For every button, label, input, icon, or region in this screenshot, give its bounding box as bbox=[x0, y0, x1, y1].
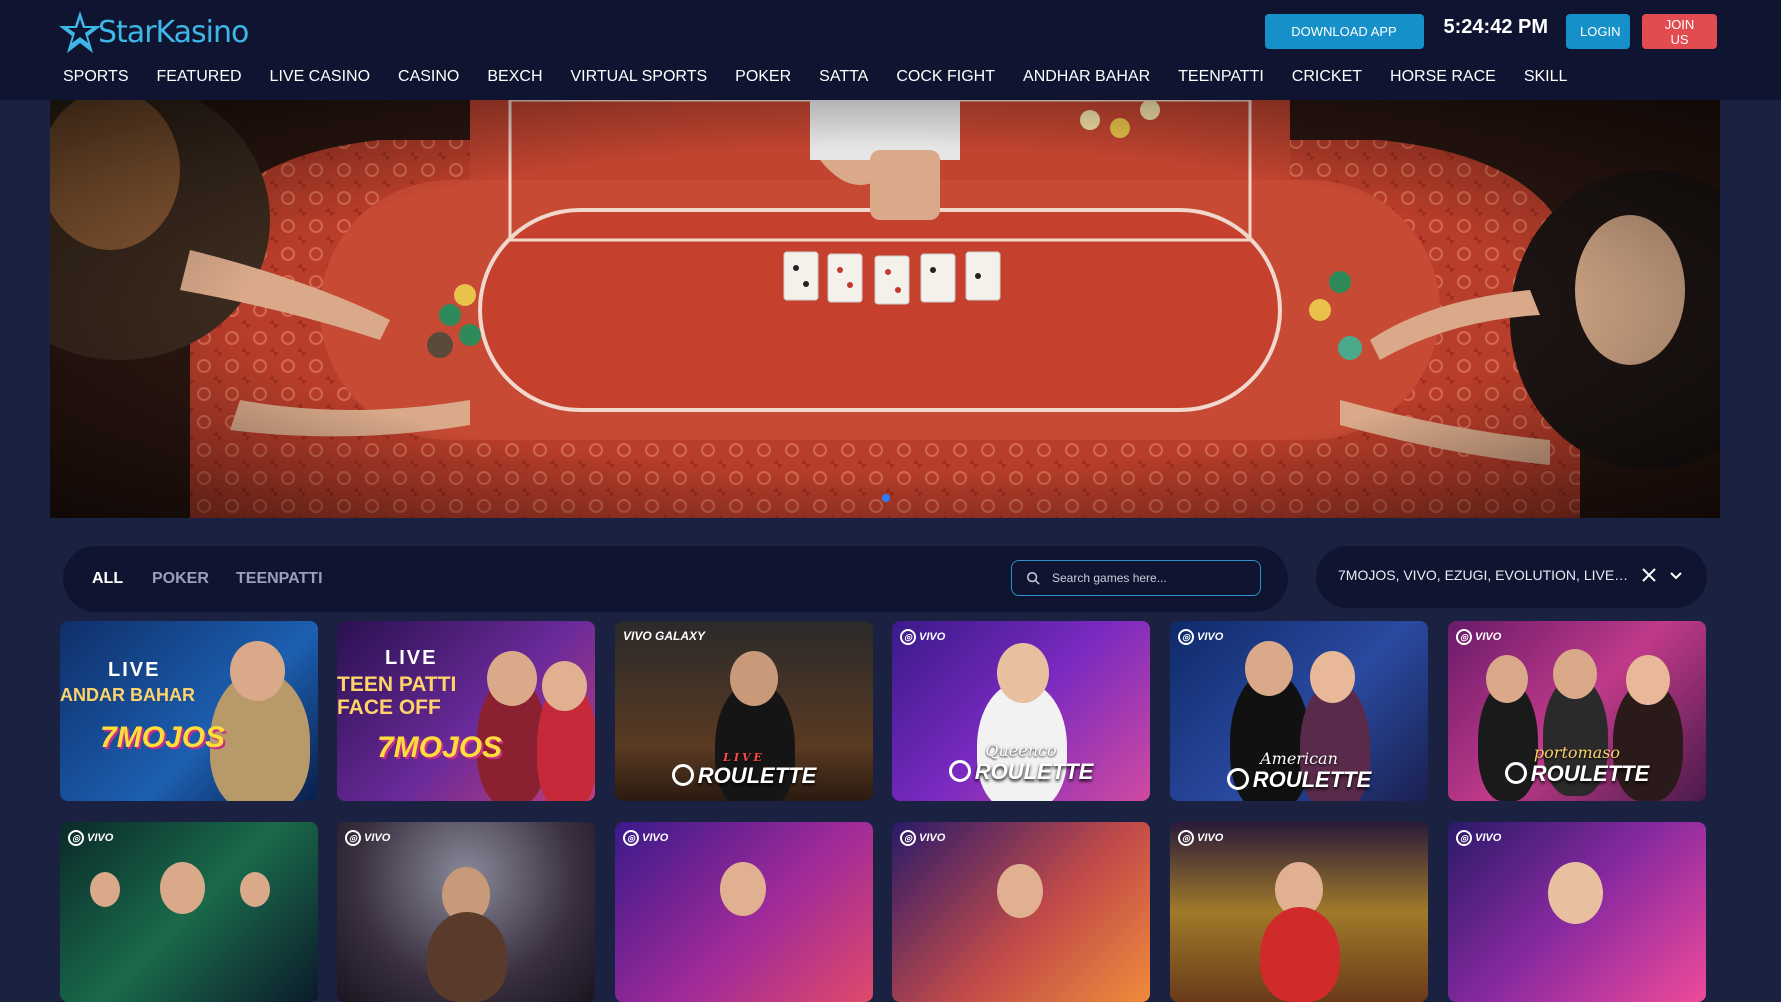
game-title: TEEN PATTI FACE OFF bbox=[337, 673, 457, 719]
provider-selected-value: 7MOJOS, VIVO, EZUGI, EVOLUTION, LIVEGAME… bbox=[1338, 567, 1638, 583]
vivo-logo-icon: ◎ bbox=[900, 830, 916, 846]
brand-name: StarKasino bbox=[98, 14, 249, 50]
search-input[interactable] bbox=[1050, 570, 1254, 586]
game-card[interactable]: ◎ VIVO bbox=[337, 822, 595, 1002]
game-title: ROULETTE bbox=[1170, 767, 1428, 793]
nav-andhar-bahar[interactable]: ANDHAR BAHAR bbox=[1023, 68, 1150, 86]
game-title: ROULETTE bbox=[1448, 761, 1706, 787]
nav-live-casino[interactable]: LIVE CASINO bbox=[270, 68, 370, 86]
vivo-logo-icon: ◎ bbox=[1456, 629, 1472, 645]
nav-teenpatti[interactable]: TEENPATTI bbox=[1178, 68, 1264, 86]
game-card[interactable]: ◎ VIVO portomaso ROULETTE bbox=[1448, 621, 1706, 801]
roulette-icon bbox=[948, 760, 971, 783]
starkasino-logo[interactable]: StarKasino bbox=[58, 8, 249, 56]
game-card[interactable]: ◎ VIVO Queenco ROULETTE bbox=[892, 621, 1150, 801]
star-icon bbox=[59, 11, 101, 53]
game-card[interactable]: ◎ VIVO bbox=[1170, 822, 1428, 1002]
nav-featured[interactable]: FEATURED bbox=[157, 68, 242, 86]
game-subtitle: American bbox=[1260, 749, 1338, 768]
game-top-label: LIVE bbox=[385, 647, 438, 669]
provider-badge: ◎ VIVO bbox=[345, 830, 390, 846]
game-card[interactable]: VIVO GALAXY LIVE ROULETTE bbox=[615, 621, 873, 801]
game-card[interactable]: ◎ VIVO bbox=[615, 822, 873, 1002]
game-subtitle: portomaso bbox=[1533, 743, 1621, 762]
game-card[interactable]: ◎ VIVO bbox=[892, 822, 1150, 1002]
game-brand: 7MOJOS bbox=[100, 721, 226, 754]
game-title: ANDAR BAHAR bbox=[60, 685, 195, 705]
game-card[interactable]: ◎ VIVO bbox=[60, 822, 318, 1002]
nav-virtual-sports[interactable]: VIRTUAL SPORTS bbox=[571, 68, 708, 86]
nav-bexch[interactable]: BEXCH bbox=[487, 68, 542, 86]
game-title: ROULETTE bbox=[892, 759, 1150, 785]
game-subtitle: Queenco bbox=[985, 741, 1057, 760]
vivo-logo-icon: ◎ bbox=[1456, 830, 1472, 846]
vivo-logo-icon: ◎ bbox=[68, 830, 84, 846]
nav-cock-fight[interactable]: COCK FIGHT bbox=[896, 68, 995, 86]
game-title: ROULETTE bbox=[615, 763, 873, 789]
download-app-button[interactable]: DOWNLOAD APP bbox=[1264, 14, 1424, 49]
game-card[interactable]: LIVE TEEN PATTI FACE OFF 7MOJOS bbox=[337, 621, 595, 801]
provider-badge: ◎ VIVO bbox=[623, 830, 668, 846]
tab-poker[interactable]: POKER bbox=[152, 570, 209, 588]
roulette-icon bbox=[1504, 762, 1527, 785]
provider-badge: ◎ VIVO bbox=[900, 830, 945, 846]
login-button[interactable]: LOGIN bbox=[1566, 14, 1630, 49]
poker-table-illustration bbox=[50, 100, 1720, 518]
nav-satta[interactable]: SATTA bbox=[819, 68, 868, 86]
game-card[interactable]: ◎ VIVO bbox=[1448, 822, 1706, 1002]
game-card[interactable]: ◎ VIVO American ROULETTE bbox=[1170, 621, 1428, 801]
game-filter-bar: ALL POKER TEENPATTI bbox=[63, 546, 1288, 612]
carousel-dot[interactable] bbox=[882, 494, 890, 502]
roulette-icon bbox=[671, 764, 694, 787]
provider-badge: VIVO GALAXY bbox=[623, 629, 706, 643]
nav-poker[interactable]: POKER bbox=[735, 68, 791, 86]
nav-skill[interactable]: SKILL bbox=[1524, 68, 1568, 86]
provider-badge: ◎ VIVO bbox=[68, 830, 113, 846]
nav-sports[interactable]: SPORTS bbox=[63, 68, 129, 86]
tab-all[interactable]: ALL bbox=[92, 570, 123, 588]
search-icon bbox=[1026, 571, 1040, 585]
nav-horse-race[interactable]: HORSE RACE bbox=[1390, 68, 1496, 86]
header-actions: DOWNLOAD APP 5:24:42 PM LOGIN JOIN US bbox=[1264, 14, 1717, 49]
join-us-button[interactable]: JOIN US bbox=[1642, 14, 1717, 49]
close-icon[interactable] bbox=[1640, 566, 1658, 584]
tab-teenpatti[interactable]: TEENPATTI bbox=[236, 570, 323, 588]
game-card[interactable]: LIVE ANDAR BAHAR 7MOJOS bbox=[60, 621, 318, 801]
hero-banner[interactable] bbox=[50, 100, 1720, 518]
vivo-logo-icon: ◎ bbox=[623, 830, 639, 846]
provider-badge: ◎ VIVO bbox=[1178, 629, 1223, 645]
vivo-logo-icon: ◎ bbox=[1178, 629, 1194, 645]
provider-select[interactable]: 7MOJOS, VIVO, EZUGI, EVOLUTION, LIVEGAME… bbox=[1316, 546, 1707, 608]
provider-badge: ◎ VIVO bbox=[900, 629, 945, 645]
vivo-logo-icon: ◎ bbox=[1178, 830, 1194, 846]
game-grid: LIVE ANDAR BAHAR 7MOJOS LIVE TEEN PATTI … bbox=[60, 621, 1710, 1002]
vivo-logo-icon: ◎ bbox=[345, 830, 361, 846]
vivo-logo-icon: ◎ bbox=[900, 629, 916, 645]
clock: 5:24:42 PM bbox=[1443, 16, 1549, 38]
search-box bbox=[1011, 560, 1261, 596]
game-brand: 7MOJOS bbox=[377, 731, 503, 764]
site-header: StarKasino DOWNLOAD APP 5:24:42 PM LOGIN… bbox=[0, 0, 1781, 100]
nav-casino[interactable]: CASINO bbox=[398, 68, 459, 86]
roulette-icon bbox=[1226, 768, 1249, 791]
game-top-label: LIVE bbox=[108, 659, 161, 681]
provider-badge: ◎ VIVO bbox=[1178, 830, 1223, 846]
chevron-down-icon[interactable] bbox=[1668, 568, 1684, 584]
provider-badge: ◎ VIVO bbox=[1456, 629, 1501, 645]
provider-badge: ◎ VIVO bbox=[1456, 830, 1501, 846]
nav-cricket[interactable]: CRICKET bbox=[1292, 68, 1362, 86]
main-nav: SPORTS FEATURED LIVE CASINO CASINO BEXCH… bbox=[63, 68, 1595, 86]
